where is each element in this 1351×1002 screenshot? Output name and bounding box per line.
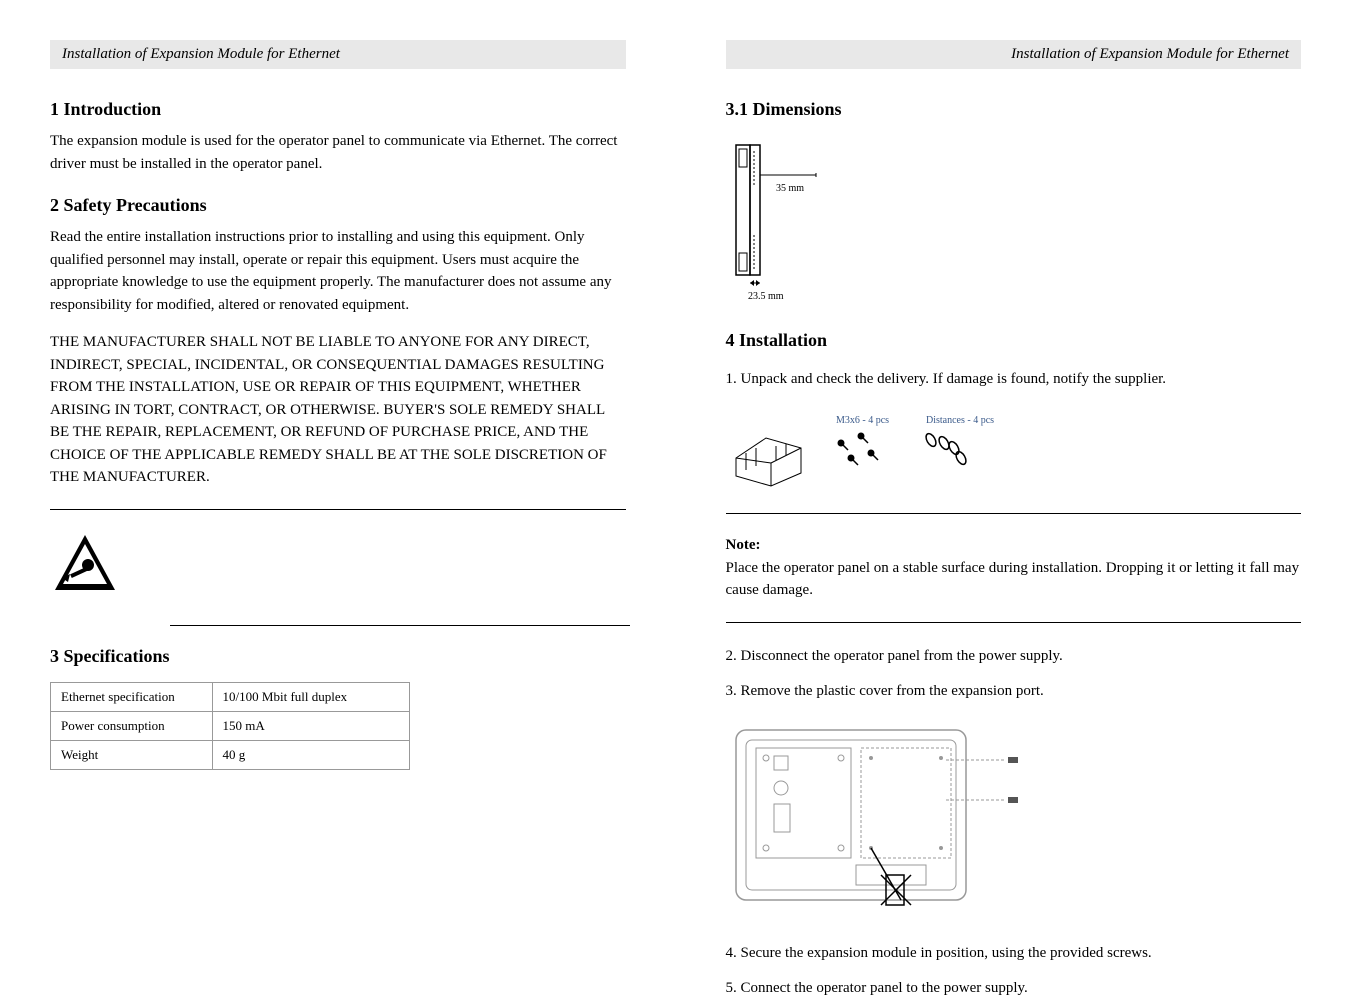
- dimension-label: 35 mm: [776, 183, 804, 194]
- table-row: Power consumption 150 mA: [51, 711, 410, 740]
- spec-label: Weight: [51, 740, 213, 769]
- disclaimer-text: THE MANUFACTURER SHALL NOT BE LIABLE TO …: [50, 331, 626, 489]
- right-page: Installation of Expansion Module for Eth…: [676, 0, 1351, 954]
- dimensions-title: 3.1 Dimensions: [726, 99, 1302, 120]
- dimensions-diagram: 35 mm 23.5 mm: [726, 135, 1302, 310]
- intro-text: The expansion module is used for the ope…: [50, 130, 626, 175]
- step-item: 4. Secure the expansion module in positi…: [726, 940, 1302, 967]
- safety-text: Read the entire installation instruction…: [50, 226, 626, 316]
- install-diagram: [726, 720, 1302, 925]
- divider-short: [170, 625, 630, 626]
- spec-value: 10/100 Mbit full duplex: [212, 682, 409, 711]
- table-row: Ethernet specification 10/100 Mbit full …: [51, 682, 410, 711]
- unpack-diagram: M3x6 - 4 pcs Distances - 4 pcs: [726, 408, 1302, 493]
- divider: [50, 509, 626, 510]
- step-item: 2. Disconnect the operator panel from th…: [726, 643, 1302, 670]
- left-page: Installation of Expansion Module for Eth…: [0, 0, 676, 954]
- spec-value: 150 mA: [212, 711, 409, 740]
- safety-title: 2 Safety Precautions: [50, 195, 626, 216]
- distance-label: Distances - 4 pcs: [926, 415, 994, 426]
- note-label: Note:: [726, 537, 761, 553]
- install-title: 4 Installation: [726, 330, 1302, 351]
- warning-icon: [50, 530, 626, 605]
- screw-label: M3x6 - 4 pcs: [836, 415, 889, 426]
- spec-label: Ethernet specification: [51, 682, 213, 711]
- step-item: 5. Connect the operator panel to the pow…: [726, 975, 1302, 1002]
- intro-title: 1 Introduction: [50, 99, 626, 120]
- step-item: 1. Unpack and check the delivery. If dam…: [726, 366, 1302, 393]
- spec-table: Ethernet specification 10/100 Mbit full …: [50, 682, 410, 770]
- divider: [726, 513, 1302, 514]
- step-item: 3. Remove the plastic cover from the exp…: [726, 678, 1302, 705]
- spec-title: 3 Specifications: [50, 646, 626, 667]
- divider: [726, 622, 1302, 623]
- note-text: Place the operator panel on a stable sur…: [726, 560, 1300, 599]
- spec-value: 40 g: [212, 740, 409, 769]
- spec-label: Power consumption: [51, 711, 213, 740]
- dimension-label: 23.5 mm: [748, 291, 784, 302]
- note-block: Note: Place the operator panel on a stab…: [726, 534, 1302, 602]
- header-right: Installation of Expansion Module for Eth…: [726, 40, 1302, 69]
- table-row: Weight 40 g: [51, 740, 410, 769]
- header-left: Installation of Expansion Module for Eth…: [50, 40, 626, 69]
